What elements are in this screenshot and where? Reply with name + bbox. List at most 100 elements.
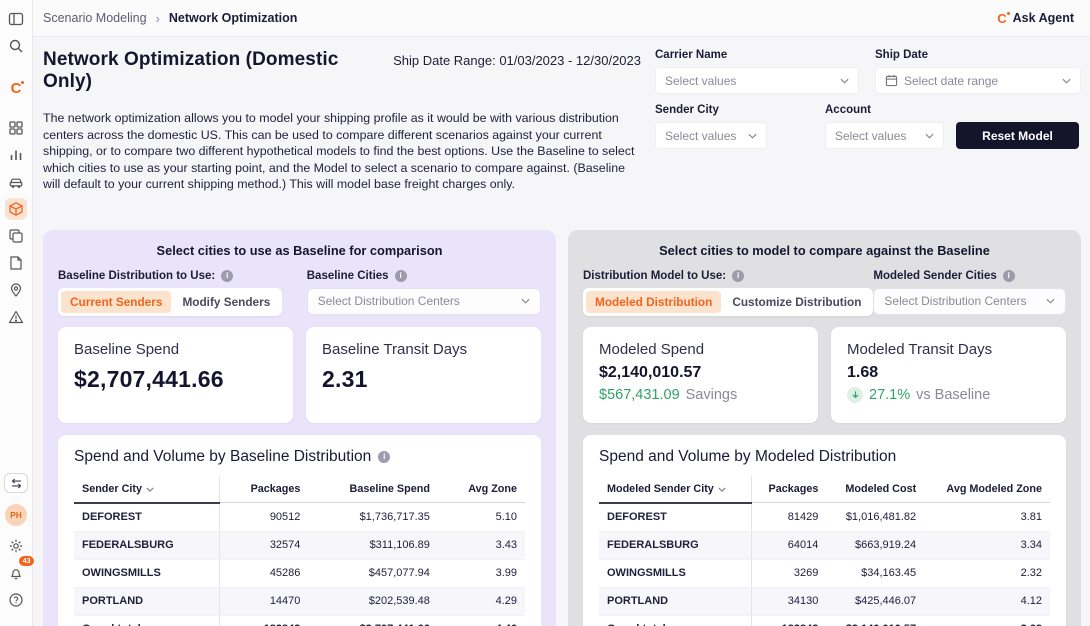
baseline-distribution-control: Baseline Distribution to Use: i Current …: [58, 270, 282, 316]
avatar[interactable]: PH: [5, 504, 27, 526]
bar-chart-icon[interactable]: [5, 144, 27, 166]
baseline-spend-value: $2,707,441.66: [74, 366, 277, 393]
gear-icon[interactable]: [5, 535, 27, 557]
info-icon[interactable]: i: [221, 270, 233, 282]
toggle-current-senders[interactable]: Current Senders: [61, 291, 171, 313]
table-row: OWINGSMILLS3269$34,163.452.32: [599, 559, 1050, 587]
modeled-spend-value: $2,140,010.57: [599, 364, 802, 382]
breadcrumb-network-optimization: Network Optimization: [169, 11, 297, 25]
chevron-down-icon: [925, 133, 934, 139]
table-row: FEDERALSBURG32574$311,106.893.43: [74, 531, 525, 559]
table-row: PORTLAND14470$202,539.484.29: [74, 587, 525, 615]
sender-city-placeholder: Select values: [665, 129, 742, 143]
baseline-table-card: Spend and Volume by Baseline Distributio…: [58, 435, 541, 626]
ship-date-field: Ship Date Select date range: [875, 49, 1081, 94]
sidebar-nav-top: C: [5, 8, 27, 333]
table-row: PORTLAND34130$425,446.074.12: [599, 587, 1050, 615]
table-row: DEFOREST81429$1,016,481.823.81: [599, 503, 1050, 532]
carrier-name-placeholder: Select values: [665, 74, 834, 88]
vehicle-icon[interactable]: [5, 171, 27, 193]
info-icon[interactable]: i: [395, 270, 407, 282]
account-field: Account Select values: [825, 104, 944, 149]
baseline-distribution-toggle: Current Senders Modify Senders: [58, 288, 282, 316]
account-placeholder: Select values: [835, 129, 919, 143]
carrier-name-select[interactable]: Select values: [655, 67, 859, 94]
ask-agent-logo-icon: C: [997, 12, 1006, 25]
ship-date-label: Ship Date: [875, 49, 1081, 61]
ship-date-range: Ship Date Range: 01/03/2023 - 12/30/2023: [393, 53, 641, 68]
baseline-col-sender-city[interactable]: Sender City: [74, 476, 219, 503]
chevron-down-icon: [748, 133, 757, 139]
sidebar-nav-bottom: PH 43: [4, 473, 28, 616]
chevron-down-icon: [1046, 298, 1055, 304]
reset-model-button[interactable]: Reset Model: [956, 122, 1079, 149]
baseline-panel: Select cities to use as Baseline for com…: [43, 230, 556, 626]
toggle-modeled-distribution[interactable]: Modeled Distribution: [586, 291, 721, 313]
model-panel-title: Select cities to model to compare agains…: [583, 230, 1066, 270]
account-select[interactable]: Select values: [825, 122, 944, 149]
copy-icon[interactable]: [5, 225, 27, 247]
baseline-spend-label: Baseline Spend: [74, 341, 277, 358]
page-description: The network optimization allows you to m…: [43, 110, 641, 193]
modeled-cities-placeholder: Select Distribution Centers: [884, 294, 1046, 308]
baseline-distribution-label: Baseline Distribution to Use:: [58, 270, 215, 282]
baseline-cities-select[interactable]: Select Distribution Centers: [307, 288, 541, 315]
search-icon[interactable]: [5, 35, 27, 57]
warning-icon[interactable]: [5, 306, 27, 328]
baseline-col-packages: Packages: [219, 476, 308, 503]
grand-total-row: Grand total182842$2,707,441.664.46: [74, 615, 525, 626]
ship-date-placeholder: Select date range: [904, 74, 1056, 88]
modeled-col-packages: Packages: [752, 476, 827, 503]
document-icon[interactable]: [5, 252, 27, 274]
main-area: Scenario Modeling › Network Optimization…: [33, 0, 1090, 626]
notification-badge: 43: [18, 555, 35, 567]
bell-icon[interactable]: 43: [5, 562, 27, 584]
ask-agent-label: Ask Agent: [1013, 11, 1074, 25]
toggle-modify-senders[interactable]: Modify Senders: [173, 291, 279, 313]
baseline-cities-control: Baseline Cities i Select Distribution Ce…: [307, 270, 541, 316]
baseline-transit-value: 2.31: [322, 366, 525, 393]
baseline-cities-placeholder: Select Distribution Centers: [318, 294, 521, 308]
savings-label: Savings: [686, 387, 738, 403]
ask-agent-button[interactable]: C Ask Agent: [997, 11, 1074, 25]
panel-toggle-icon[interactable]: [5, 8, 27, 30]
dashboard-icon[interactable]: [5, 117, 27, 139]
sender-city-field: Sender City Select values: [655, 104, 767, 149]
brand-logo[interactable]: C: [5, 77, 27, 99]
header-area: Network Optimization (Domestic Only) Shi…: [43, 49, 1081, 193]
table-row: OWINGSMILLS45286$457,077.943.99: [74, 559, 525, 587]
chevron-right-icon: ›: [156, 11, 160, 26]
modeled-spend-label: Modeled Spend: [599, 341, 802, 358]
savings-value: $567,431.09: [599, 387, 680, 403]
panels: Select cities to use as Baseline for com…: [43, 230, 1081, 626]
carrier-name-field: Carrier Name Select values: [655, 49, 859, 94]
brand-letter: C: [11, 81, 22, 96]
baseline-transit-label: Baseline Transit Days: [322, 341, 525, 358]
breadcrumb-scenario-modeling[interactable]: Scenario Modeling: [43, 11, 147, 25]
modeled-table: Modeled Sender City Packages Modeled Cos…: [599, 476, 1050, 626]
grand-total-row: Grand total182842$2,140,010.573.68: [599, 615, 1050, 626]
info-icon[interactable]: i: [1003, 270, 1015, 282]
toggle-customize-distribution[interactable]: Customize Distribution: [723, 291, 870, 313]
title-block: Network Optimization (Domestic Only) Shi…: [43, 49, 655, 193]
location-pin-icon[interactable]: [5, 279, 27, 301]
baseline-table-title: Spend and Volume by Baseline Distributio…: [74, 448, 371, 466]
modeled-spend-card: Modeled Spend $2,140,010.57 $567,431.09 …: [583, 327, 818, 423]
sender-city-select[interactable]: Select values: [655, 122, 767, 149]
modeled-transit-value: 1.68: [847, 364, 1050, 382]
help-icon[interactable]: [5, 589, 27, 611]
model-distribution-label: Distribution Model to Use:: [583, 270, 726, 282]
page-content: Network Optimization (Domestic Only) Shi…: [33, 37, 1090, 626]
baseline-panel-title: Select cities to use as Baseline for com…: [58, 230, 541, 270]
account-label: Account: [825, 104, 944, 116]
info-icon[interactable]: i: [732, 270, 744, 282]
network-cube-icon[interactable]: [5, 198, 27, 220]
app-window: C: [0, 0, 1090, 626]
chevron-down-icon: [521, 298, 530, 304]
ship-date-select[interactable]: Select date range: [875, 67, 1081, 94]
filters: Carrier Name Select values Ship Date Sel…: [655, 49, 1081, 193]
modeled-col-sender-city[interactable]: Modeled Sender City: [599, 476, 752, 503]
info-icon[interactable]: i: [378, 451, 390, 463]
swap-icon[interactable]: [4, 473, 28, 493]
modeled-cities-select[interactable]: Select Distribution Centers: [873, 288, 1066, 315]
